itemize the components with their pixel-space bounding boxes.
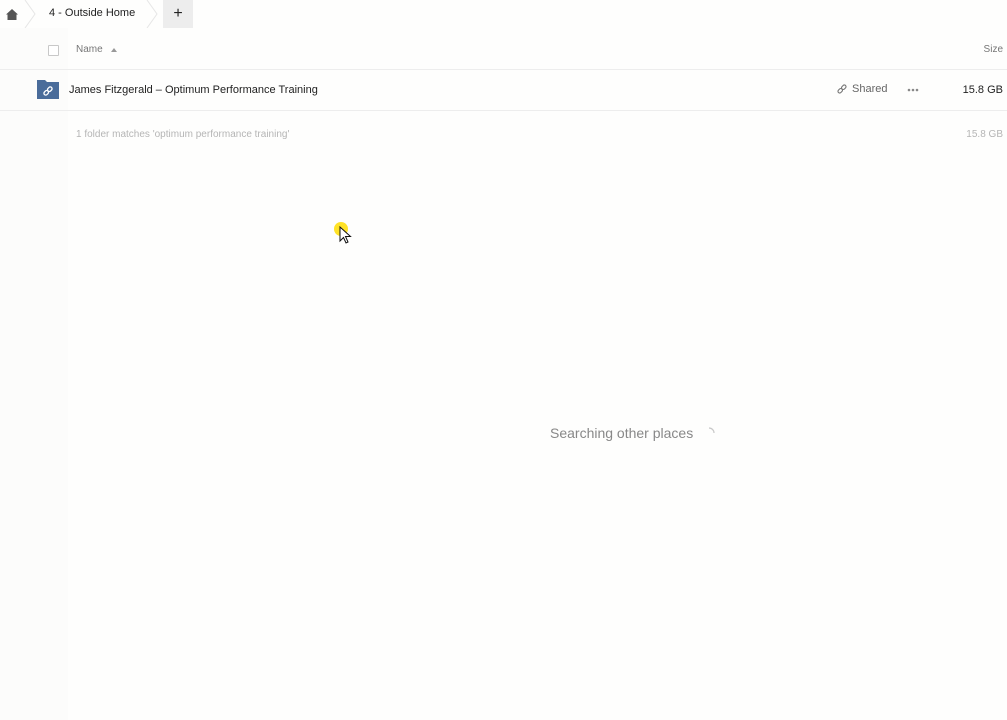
loading-spinner-icon: [709, 427, 715, 434]
column-header-name[interactable]: Name: [76, 44, 103, 55]
select-all-checkbox[interactable]: [48, 45, 59, 56]
table-row[interactable]: James Fitzgerald – Optimum Performance T…: [0, 70, 1007, 111]
shared-folder-icon: [37, 80, 59, 99]
column-header-size[interactable]: Size: [984, 44, 1003, 55]
share-status-button[interactable]: Shared: [836, 83, 887, 95]
breadcrumb-separator-icon: [24, 0, 36, 28]
file-name-link[interactable]: James Fitzgerald – Optimum Performance T…: [69, 84, 318, 96]
share-status-label: Shared: [852, 83, 888, 95]
file-list-summary: 1 folder matches 'optimum performance tr…: [0, 110, 1007, 160]
home-icon: [6, 8, 18, 20]
file-list-header: Name Size: [0, 33, 1007, 70]
searching-text: Searching other places: [550, 425, 694, 441]
breadcrumb-item-current-folder[interactable]: 4 - Outside Home: [49, 7, 135, 19]
breadcrumb-separator-icon: [146, 0, 158, 28]
breadcrumb: 4 - Outside Home +: [0, 0, 1007, 28]
search-status: Searching other places: [550, 425, 715, 441]
plus-icon: +: [173, 5, 183, 22]
more-actions-icon[interactable]: [906, 83, 920, 97]
summary-size: 15.8 GB: [966, 129, 1003, 140]
sort-ascending-icon: [111, 48, 117, 52]
link-icon: [837, 84, 847, 94]
files-app: 4 - Outside Home + Name Size James Fitzg…: [0, 0, 1007, 720]
breadcrumb-home[interactable]: [0, 0, 24, 28]
mouse-pointer-icon: [339, 226, 352, 244]
summary-text: 1 folder matches 'optimum performance tr…: [76, 129, 290, 140]
ellipsis-icon: [907, 88, 919, 92]
file-size: 15.8 GB: [962, 84, 1003, 96]
new-button[interactable]: +: [163, 0, 193, 28]
